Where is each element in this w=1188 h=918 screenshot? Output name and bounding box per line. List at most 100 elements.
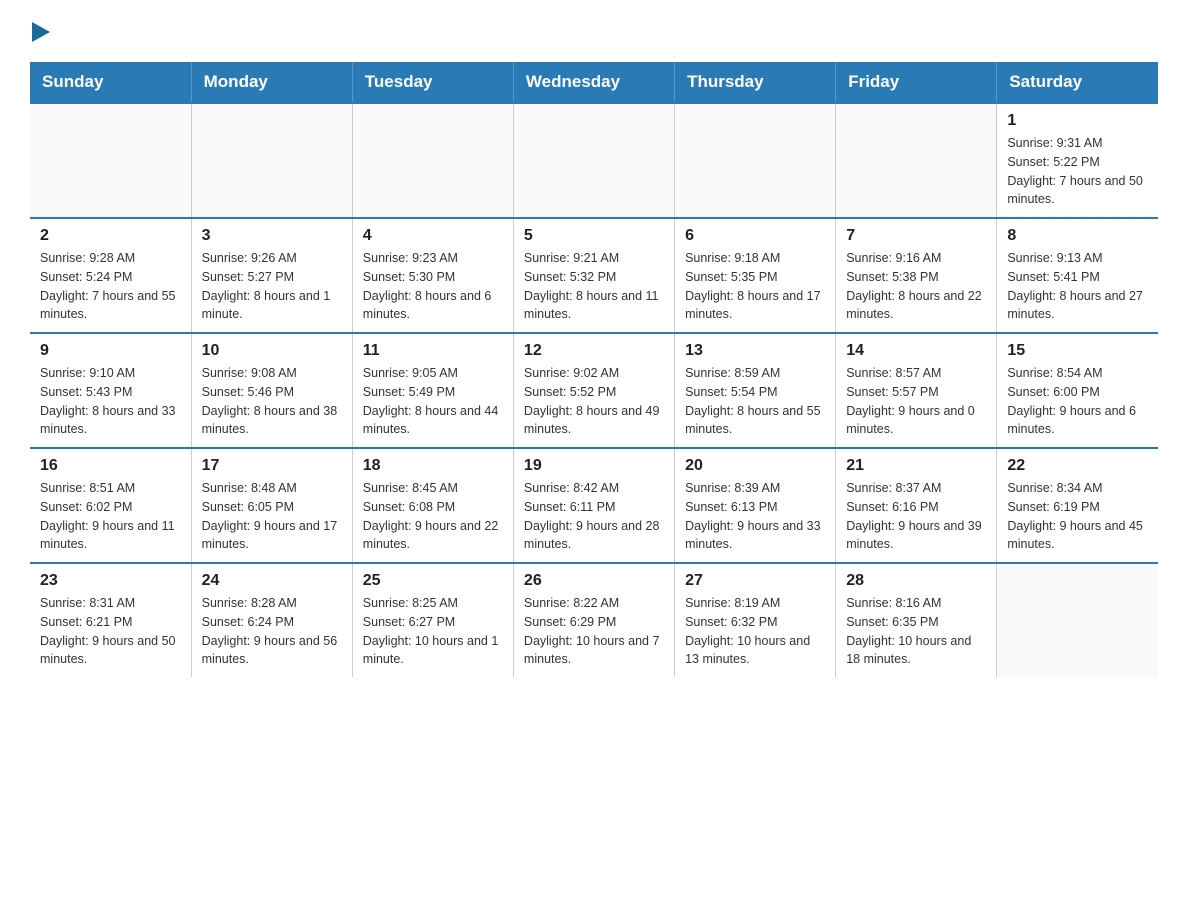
day-info: Sunrise: 8:31 AM Sunset: 6:21 PM Dayligh… <box>40 594 181 669</box>
calendar-table: SundayMondayTuesdayWednesdayThursdayFrid… <box>30 62 1158 677</box>
calendar-cell: 27 Sunrise: 8:19 AM Sunset: 6:32 PM Dayli… <box>675 563 836 677</box>
calendar-cell: 2 Sunrise: 9:28 AM Sunset: 5:24 PM Daylig… <box>30 218 191 333</box>
day-number: 26 <box>524 572 664 590</box>
day-number: 4 <box>363 227 503 245</box>
calendar-cell: 4 Sunrise: 9:23 AM Sunset: 5:30 PM Daylig… <box>352 218 513 333</box>
day-info: Sunrise: 8:45 AM Sunset: 6:08 PM Dayligh… <box>363 479 503 554</box>
calendar-cell <box>836 103 997 218</box>
calendar-cell: 14 Sunrise: 8:57 AM Sunset: 5:57 PM Dayli… <box>836 333 997 448</box>
calendar-cell: 28 Sunrise: 8:16 AM Sunset: 6:35 PM Dayli… <box>836 563 997 677</box>
day-number: 13 <box>685 342 825 360</box>
calendar-cell: 21 Sunrise: 8:37 AM Sunset: 6:16 PM Dayli… <box>836 448 997 563</box>
day-number: 19 <box>524 457 664 475</box>
day-info: Sunrise: 8:22 AM Sunset: 6:29 PM Dayligh… <box>524 594 664 669</box>
calendar-cell: 11Sunrise: 9:05 AM Sunset: 5:49 PM Dayli… <box>352 333 513 448</box>
day-info: Sunrise: 8:37 AM Sunset: 6:16 PM Dayligh… <box>846 479 986 554</box>
weekday-header-friday: Friday <box>836 62 997 103</box>
day-number: 25 <box>363 572 503 590</box>
day-number: 6 <box>685 227 825 245</box>
calendar-cell: 16 Sunrise: 8:51 AM Sunset: 6:02 PM Dayli… <box>30 448 191 563</box>
day-number: 12 <box>524 342 664 360</box>
day-number: 27 <box>685 572 825 590</box>
calendar-cell: 22 Sunrise: 8:34 AM Sunset: 6:19 PM Dayli… <box>997 448 1158 563</box>
day-info: Sunrise: 8:28 AM Sunset: 6:24 PM Dayligh… <box>202 594 342 669</box>
day-number: 24 <box>202 572 342 590</box>
weekday-header-row: SundayMondayTuesdayWednesdayThursdayFrid… <box>30 62 1158 103</box>
calendar-cell <box>997 563 1158 677</box>
day-info: Sunrise: 8:39 AM Sunset: 6:13 PM Dayligh… <box>685 479 825 554</box>
calendar-cell: 26 Sunrise: 8:22 AM Sunset: 6:29 PM Dayli… <box>513 563 674 677</box>
calendar-cell: 5 Sunrise: 9:21 AM Sunset: 5:32 PM Daylig… <box>513 218 674 333</box>
day-number: 9 <box>40 342 181 360</box>
calendar-cell: 12 Sunrise: 9:02 AM Sunset: 5:52 PM Dayli… <box>513 333 674 448</box>
day-info: Sunrise: 9:13 AM Sunset: 5:41 PM Dayligh… <box>1007 249 1148 324</box>
week-row-4: 16 Sunrise: 8:51 AM Sunset: 6:02 PM Dayli… <box>30 448 1158 563</box>
day-number: 23 <box>40 572 181 590</box>
day-number: 2 <box>40 227 181 245</box>
day-info: Sunrise: 8:25 AM Sunset: 6:27 PM Dayligh… <box>363 594 503 669</box>
page-header <box>30 20 1158 42</box>
day-info: Sunrise: 9:28 AM Sunset: 5:24 PM Dayligh… <box>40 249 181 324</box>
week-row-1: 1Sunrise: 9:31 AM Sunset: 5:22 PM Daylig… <box>30 103 1158 218</box>
calendar-cell: 8Sunrise: 9:13 AM Sunset: 5:41 PM Daylig… <box>997 218 1158 333</box>
day-info: Sunrise: 8:42 AM Sunset: 6:11 PM Dayligh… <box>524 479 664 554</box>
day-info: Sunrise: 9:18 AM Sunset: 5:35 PM Dayligh… <box>685 249 825 324</box>
day-info: Sunrise: 9:10 AM Sunset: 5:43 PM Dayligh… <box>40 364 181 439</box>
day-number: 21 <box>846 457 986 475</box>
calendar-cell: 19 Sunrise: 8:42 AM Sunset: 6:11 PM Dayli… <box>513 448 674 563</box>
day-info: Sunrise: 9:08 AM Sunset: 5:46 PM Dayligh… <box>202 364 342 439</box>
day-info: Sunrise: 8:57 AM Sunset: 5:57 PM Dayligh… <box>846 364 986 439</box>
day-info: Sunrise: 8:51 AM Sunset: 6:02 PM Dayligh… <box>40 479 181 554</box>
day-info: Sunrise: 9:23 AM Sunset: 5:30 PM Dayligh… <box>363 249 503 324</box>
calendar-cell: 6 Sunrise: 9:18 AM Sunset: 5:35 PM Daylig… <box>675 218 836 333</box>
calendar-cell: 1Sunrise: 9:31 AM Sunset: 5:22 PM Daylig… <box>997 103 1158 218</box>
day-number: 11 <box>363 342 503 360</box>
calendar-cell: 20 Sunrise: 8:39 AM Sunset: 6:13 PM Dayli… <box>675 448 836 563</box>
calendar-cell: 10 Sunrise: 9:08 AM Sunset: 5:46 PM Dayli… <box>191 333 352 448</box>
day-number: 22 <box>1007 457 1148 475</box>
weekday-header-sunday: Sunday <box>30 62 191 103</box>
week-row-3: 9 Sunrise: 9:10 AM Sunset: 5:43 PM Daylig… <box>30 333 1158 448</box>
calendar-cell: 24 Sunrise: 8:28 AM Sunset: 6:24 PM Dayli… <box>191 563 352 677</box>
day-info: Sunrise: 8:34 AM Sunset: 6:19 PM Dayligh… <box>1007 479 1148 554</box>
calendar-cell: 15Sunrise: 8:54 AM Sunset: 6:00 PM Dayli… <box>997 333 1158 448</box>
weekday-header-saturday: Saturday <box>997 62 1158 103</box>
calendar-cell: 3 Sunrise: 9:26 AM Sunset: 5:27 PM Daylig… <box>191 218 352 333</box>
calendar-cell: 17Sunrise: 8:48 AM Sunset: 6:05 PM Dayli… <box>191 448 352 563</box>
day-number: 17 <box>202 457 342 475</box>
calendar-cell: 23 Sunrise: 8:31 AM Sunset: 6:21 PM Dayli… <box>30 563 191 677</box>
day-info: Sunrise: 8:19 AM Sunset: 6:32 PM Dayligh… <box>685 594 825 669</box>
week-row-5: 23 Sunrise: 8:31 AM Sunset: 6:21 PM Dayli… <box>30 563 1158 677</box>
day-number: 1 <box>1007 112 1148 130</box>
calendar-cell: 9 Sunrise: 9:10 AM Sunset: 5:43 PM Daylig… <box>30 333 191 448</box>
day-number: 7 <box>846 227 986 245</box>
weekday-header-thursday: Thursday <box>675 62 836 103</box>
calendar-cell <box>352 103 513 218</box>
calendar-cell <box>675 103 836 218</box>
day-number: 14 <box>846 342 986 360</box>
day-info: Sunrise: 8:54 AM Sunset: 6:00 PM Dayligh… <box>1007 364 1148 439</box>
weekday-header-monday: Monday <box>191 62 352 103</box>
weekday-header-wednesday: Wednesday <box>513 62 674 103</box>
day-number: 16 <box>40 457 181 475</box>
calendar-cell <box>513 103 674 218</box>
calendar-cell: 18 Sunrise: 8:45 AM Sunset: 6:08 PM Dayli… <box>352 448 513 563</box>
logo <box>30 20 52 42</box>
day-info: Sunrise: 9:21 AM Sunset: 5:32 PM Dayligh… <box>524 249 664 324</box>
day-number: 18 <box>363 457 503 475</box>
day-info: Sunrise: 9:02 AM Sunset: 5:52 PM Dayligh… <box>524 364 664 439</box>
day-info: Sunrise: 9:26 AM Sunset: 5:27 PM Dayligh… <box>202 249 342 324</box>
day-number: 3 <box>202 227 342 245</box>
logo-triangle-icon <box>32 22 52 42</box>
calendar-cell: 13 Sunrise: 8:59 AM Sunset: 5:54 PM Dayli… <box>675 333 836 448</box>
calendar-cell: 25 Sunrise: 8:25 AM Sunset: 6:27 PM Dayli… <box>352 563 513 677</box>
day-info: Sunrise: 9:16 AM Sunset: 5:38 PM Dayligh… <box>846 249 986 324</box>
day-number: 10 <box>202 342 342 360</box>
day-number: 5 <box>524 227 664 245</box>
calendar-cell <box>30 103 191 218</box>
day-number: 28 <box>846 572 986 590</box>
day-info: Sunrise: 8:16 AM Sunset: 6:35 PM Dayligh… <box>846 594 986 669</box>
calendar-cell: 7 Sunrise: 9:16 AM Sunset: 5:38 PM Daylig… <box>836 218 997 333</box>
day-info: Sunrise: 8:59 AM Sunset: 5:54 PM Dayligh… <box>685 364 825 439</box>
day-number: 20 <box>685 457 825 475</box>
